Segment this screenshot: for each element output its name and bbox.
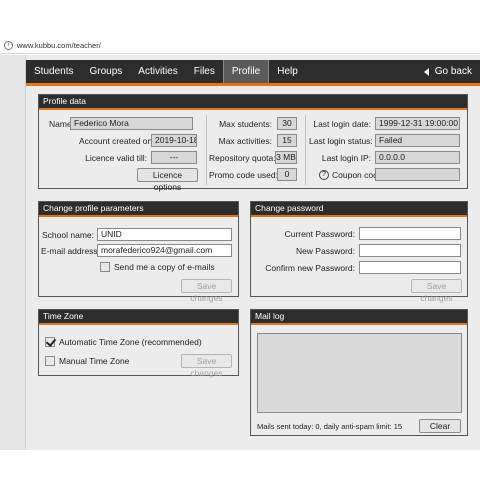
send-copy-label: Send me a copy of e-mails [114, 262, 215, 272]
new-password-input[interactable] [359, 244, 461, 257]
last-login-ip-label: Last login IP: [321, 153, 371, 163]
back-arrow-icon [423, 67, 429, 76]
tab-help[interactable]: Help [269, 60, 306, 83]
tab-profile[interactable]: Profile [222, 60, 270, 83]
promo-code-field: 0 [277, 168, 297, 181]
help-question-icon[interactable]: ? [319, 170, 329, 180]
manual-timezone-checkbox[interactable] [45, 356, 55, 366]
current-password-input[interactable] [359, 227, 461, 240]
promo-code-label: Promo code used: [209, 170, 278, 180]
go-back-label: Go back [434, 66, 472, 77]
mail-log-title: Mail log [251, 310, 467, 325]
app-area: Students Groups Activities Files Profile… [0, 55, 480, 450]
max-students-field: 30 [277, 117, 297, 130]
created-field: 2019-10-18 [151, 134, 197, 147]
email-label: E-mail address: [41, 246, 101, 256]
school-name-input[interactable]: UNID [97, 228, 232, 241]
save-profile-button[interactable]: Save changes [181, 279, 232, 303]
top-nav: Students Groups Activities Files Profile… [26, 60, 480, 86]
address-bar[interactable]: i www.kubbu.com/teacher/ [0, 37, 480, 54]
change-password-panel: Change password Current Password: New Pa… [250, 201, 468, 303]
url-text[interactable]: www.kubbu.com/teacher/ [17, 41, 101, 50]
auto-timezone-checkbox[interactable] [45, 337, 55, 347]
time-zone-panel: Time Zone Automatic Time Zone (recommend… [38, 309, 239, 378]
confirm-password-input[interactable] [359, 261, 461, 274]
created-label: Account created on: [79, 136, 155, 146]
tab-students[interactable]: Students [26, 60, 81, 83]
change-profile-title: Change profile parameters [39, 202, 238, 217]
current-password-label: Current Password: [284, 229, 355, 239]
licence-options-button[interactable]: Licence options [137, 168, 198, 192]
clear-mail-log-button[interactable]: Clear [419, 419, 461, 433]
email-input[interactable]: morafederico924@gmail.com [97, 244, 232, 257]
confirm-password-label: Confirm new Password: [265, 263, 355, 273]
last-login-status-field: Failed [375, 134, 460, 147]
auto-timezone-label: Automatic Time Zone (recommended) [59, 337, 202, 347]
mail-log-status: Mails sent today: 0, daily anti-spam lim… [257, 422, 403, 431]
change-profile-panel: Change profile parameters School name: U… [38, 201, 239, 303]
max-activities-label: Max activities: [218, 136, 272, 146]
save-timezone-button[interactable]: Save changes [181, 354, 232, 378]
tab-activities[interactable]: Activities [130, 60, 185, 83]
save-password-button[interactable]: Save changes [411, 279, 462, 303]
repository-quota-field: 3 MB [275, 151, 297, 164]
max-activities-field: 15 [277, 134, 297, 147]
last-login-date-label: Last login date: [313, 119, 371, 129]
tab-groups[interactable]: Groups [81, 60, 130, 83]
licence-label: Licence valid till: [85, 153, 147, 163]
profile-data-title: Profile data [39, 95, 467, 110]
mail-log-panel: Mail log Mails sent today: 0, daily anti… [250, 309, 468, 436]
profile-divider-2 [305, 115, 306, 185]
manual-timezone-label: Manual Time Zone [59, 356, 130, 366]
last-login-status-label: Last login status: [309, 136, 373, 146]
repository-quota-label: Repository quota: [209, 153, 276, 163]
profile-divider-1 [206, 115, 207, 185]
change-password-title: Change password [251, 202, 467, 217]
time-zone-title: Time Zone [39, 310, 238, 325]
licence-field: --- [151, 151, 197, 164]
last-login-date-field: 1999-12-31 19:00:00 [375, 117, 460, 130]
mail-log-box [257, 333, 462, 413]
last-login-ip-field: 0.0.0.0 [375, 151, 460, 164]
send-copy-checkbox[interactable] [100, 262, 110, 272]
new-password-label: New Password: [295, 246, 355, 256]
name-field: Federico Mora [70, 117, 193, 130]
profile-data-panel: Profile data Name: Federico Mora Account… [38, 94, 468, 192]
coupon-code-input[interactable] [375, 168, 460, 181]
school-name-label: School name: [42, 230, 94, 240]
go-back-button[interactable]: Go back [423, 60, 480, 83]
tab-files[interactable]: Files [186, 60, 223, 83]
left-gutter [0, 55, 26, 450]
info-icon[interactable]: i [4, 40, 13, 50]
max-students-label: Max students: [219, 119, 272, 129]
